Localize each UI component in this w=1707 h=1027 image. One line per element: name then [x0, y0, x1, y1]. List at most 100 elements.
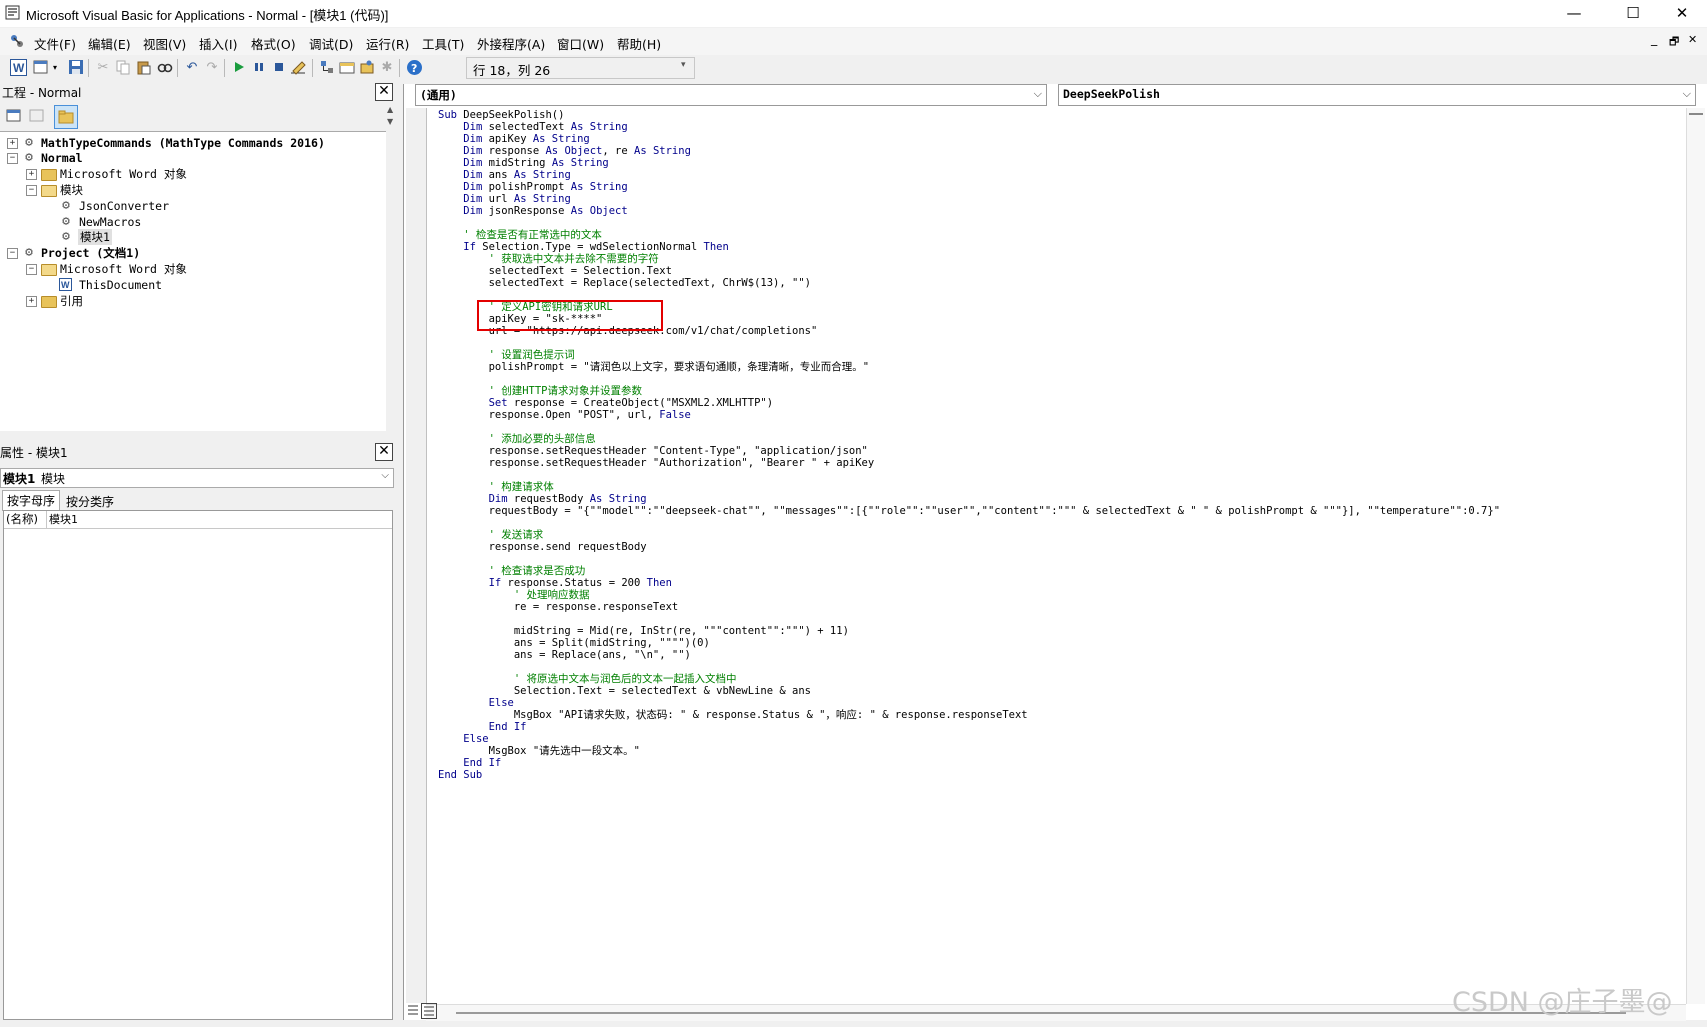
toolbox-icon[interactable]: ✱: [378, 58, 396, 76]
break-icon[interactable]: [250, 58, 268, 76]
menu-format[interactable]: 格式(O): [251, 34, 296, 53]
help-icon[interactable]: ?: [405, 58, 423, 76]
code-line[interactable]: Dim polishPrompt As String: [438, 181, 1678, 193]
code-line[interactable]: response.Open "POST", url, False: [438, 409, 1678, 421]
vba-menu-icon[interactable]: [8, 32, 26, 50]
procedure-combo[interactable]: DeepSeekPolish ⌵: [1058, 84, 1696, 106]
code-line[interactable]: ' 处理响应数据: [438, 589, 1678, 601]
code-margin-indicator-bar[interactable]: [406, 108, 427, 1003]
menu-insert[interactable]: 插入(I): [199, 34, 237, 53]
split-handle[interactable]: [1689, 108, 1703, 115]
insert-module-icon[interactable]: [32, 58, 50, 76]
word-view-icon[interactable]: W: [9, 58, 27, 76]
tree-node-word-objects-2[interactable]: − Microsoft Word 对象: [0, 261, 386, 277]
code-line[interactable]: ' 发送请求: [438, 529, 1678, 541]
menu-file[interactable]: 文件(F): [34, 34, 76, 53]
code-line[interactable]: Dim midString As String: [438, 157, 1678, 169]
project-explorer-icon[interactable]: [318, 58, 336, 76]
design-mode-icon[interactable]: [290, 58, 308, 76]
tree-node-references[interactable]: + 引用: [0, 293, 386, 309]
code-line[interactable]: response.send requestBody: [438, 541, 1678, 553]
code-vertical-scrollbar[interactable]: [1686, 108, 1705, 1004]
code-line[interactable]: MsgBox "API请求失败，状态码: " & response.Status…: [438, 709, 1678, 721]
code-line[interactable]: ' 添加必要的头部信息: [438, 433, 1678, 445]
code-line[interactable]: selectedText = Selection.Text: [438, 265, 1678, 277]
paste-icon[interactable]: [135, 58, 153, 76]
code-line[interactable]: If Selection.Type = wdSelectionNormal Th…: [438, 241, 1678, 253]
tree-node-module1[interactable]: ⚙ 模块1: [0, 229, 386, 245]
tab-categorized[interactable]: 按分类序: [66, 493, 114, 510]
code-line[interactable]: Set response = CreateObject("MSXML2.XMLH…: [438, 397, 1678, 409]
mdi-close-button[interactable]: ✕: [1688, 33, 1697, 46]
project-pane-close-button[interactable]: ✕: [375, 83, 393, 101]
properties-object-select[interactable]: 模块1 模块 ⌵: [0, 468, 394, 488]
toolbar-overflow-icon[interactable]: ▾: [681, 60, 686, 70]
redo-icon[interactable]: ↷: [203, 58, 221, 76]
menu-debug[interactable]: 调试(D): [309, 34, 353, 53]
mdi-restore-button[interactable]: 🗗: [1669, 33, 1679, 52]
tree-node-thisdocument[interactable]: W ThisDocument: [0, 277, 386, 293]
project-pane-scrollbar[interactable]: ▲ ▼: [386, 105, 395, 405]
properties-pane-close-button[interactable]: ✕: [375, 443, 393, 461]
code-line[interactable]: ans = Replace(ans, "\n", ""): [438, 649, 1678, 661]
find-icon[interactable]: [156, 58, 174, 76]
code-line[interactable]: Sub DeepSeekPolish(): [438, 109, 1678, 121]
code-line[interactable]: selectedText = Replace(selectedText, Chr…: [438, 277, 1678, 289]
code-line[interactable]: [438, 337, 1678, 349]
code-line[interactable]: ' 检查请求是否成功: [438, 565, 1678, 577]
toggle-folders-icon[interactable]: [54, 105, 78, 129]
object-combo[interactable]: (通用) ⌵: [415, 84, 1047, 106]
code-line[interactable]: midString = Mid(re, InStr(re, """content…: [438, 625, 1678, 637]
code-line[interactable]: End Sub: [438, 769, 1678, 781]
menu-tools[interactable]: 工具(T): [422, 34, 464, 53]
code-line[interactable]: Else: [438, 733, 1678, 745]
code-line[interactable]: ' 设置润色提示词: [438, 349, 1678, 361]
code-line[interactable]: Dim selectedText As String: [438, 121, 1678, 133]
maximize-button[interactable]: ☐: [1610, 0, 1656, 27]
code-line[interactable]: [438, 553, 1678, 565]
code-line[interactable]: [438, 517, 1678, 529]
close-button[interactable]: ✕: [1659, 0, 1705, 27]
code-line[interactable]: [438, 469, 1678, 481]
code-line[interactable]: ' 创建HTTP请求对象并设置参数: [438, 385, 1678, 397]
menu-help[interactable]: 帮助(H): [617, 34, 661, 53]
run-icon[interactable]: [230, 58, 248, 76]
properties-window-icon[interactable]: [338, 58, 356, 76]
tree-node-modules[interactable]: − 模块: [0, 182, 386, 198]
tree-node-newmacros[interactable]: ⚙ NewMacros: [0, 214, 386, 230]
object-browser-icon[interactable]: [358, 58, 376, 76]
code-line[interactable]: [438, 661, 1678, 673]
code-editor[interactable]: Sub DeepSeekPolish() Dim selectedText As…: [438, 109, 1678, 799]
code-line[interactable]: ' 检查是否有正常选中的文本: [438, 229, 1678, 241]
full-module-view-icon[interactable]: [421, 1003, 437, 1019]
code-line[interactable]: Else: [438, 697, 1678, 709]
minimize-button[interactable]: —: [1551, 0, 1597, 27]
tree-node-normal[interactable]: − ⚙ Normal: [0, 150, 386, 166]
property-row-name[interactable]: (名称) 模块1: [4, 511, 392, 529]
menu-view[interactable]: 视图(V): [143, 34, 186, 53]
code-line[interactable]: [438, 217, 1678, 229]
code-line[interactable]: requestBody = "{""model"":""deepseek-cha…: [438, 505, 1678, 517]
code-line[interactable]: polishPrompt = "请润色以上文字，要求语句通顺，条理清晰，专业而合…: [438, 361, 1678, 373]
code-line[interactable]: ' 将原选中文本与润色后的文本一起插入文档中: [438, 673, 1678, 685]
menu-run[interactable]: 运行(R): [366, 34, 409, 53]
menu-edit[interactable]: 编辑(E): [88, 34, 131, 53]
code-line[interactable]: [438, 373, 1678, 385]
save-icon[interactable]: [67, 58, 85, 76]
code-line[interactable]: re = response.responseText: [438, 601, 1678, 613]
code-line[interactable]: ' 构建请求体: [438, 481, 1678, 493]
code-line[interactable]: MsgBox "请先选中一段文本。": [438, 745, 1678, 757]
tree-node-word-objects[interactable]: + Microsoft Word 对象: [0, 166, 386, 182]
code-line[interactable]: Dim apiKey As String: [438, 133, 1678, 145]
menu-addins[interactable]: 外接程序(A): [477, 34, 545, 53]
code-line[interactable]: response.setRequestHeader "Content-Type"…: [438, 445, 1678, 457]
tab-alphabetic[interactable]: 按字母序: [2, 490, 61, 511]
code-line[interactable]: [438, 421, 1678, 433]
code-line[interactable]: Dim url As String: [438, 193, 1678, 205]
code-line[interactable]: [438, 613, 1678, 625]
code-line[interactable]: response.setRequestHeader "Authorization…: [438, 457, 1678, 469]
scroll-thumb[interactable]: [456, 1012, 1626, 1014]
view-code-icon[interactable]: [6, 108, 22, 124]
code-line[interactable]: Dim jsonResponse As Object: [438, 205, 1678, 217]
view-object-icon[interactable]: [29, 108, 45, 124]
